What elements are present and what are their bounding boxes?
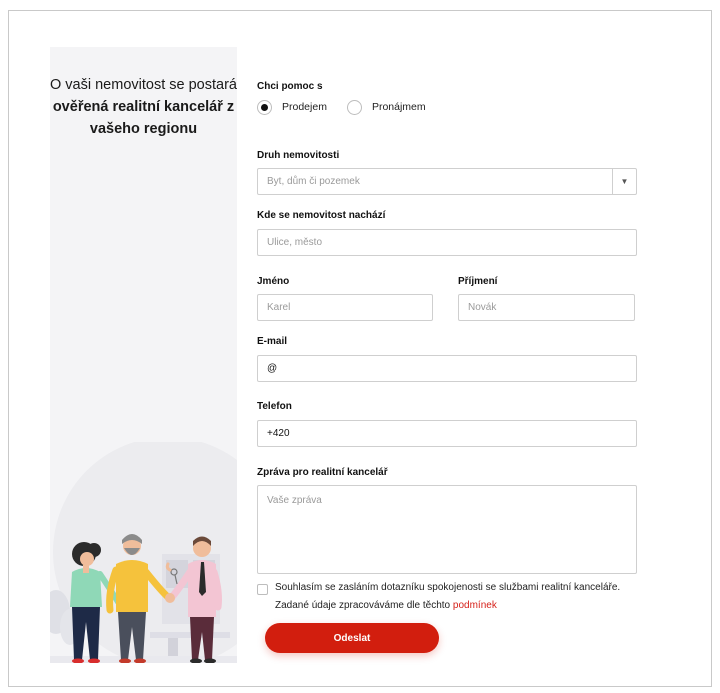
contact-form: Chci pomoc s Prodejem Pronájmem Druh nem…: [257, 47, 637, 667]
radio-rent[interactable]: [346, 99, 362, 115]
message-label: Zpráva pro realitní kancelář: [257, 467, 388, 478]
location-placeholder: Ulice, město: [267, 237, 323, 248]
first-name-placeholder: Karel: [267, 302, 291, 313]
consent-checkbox[interactable]: [257, 584, 268, 595]
radio-sale[interactable]: [257, 99, 272, 115]
submit-button[interactable]: Odeslat: [265, 623, 439, 653]
phone-label: Telefon: [257, 401, 292, 412]
help-label: Chci pomoc s: [257, 81, 323, 92]
radio-sale-dot: [261, 103, 268, 111]
phone-value: +420: [267, 428, 290, 439]
help-radio-group: Prodejem Pronájmem: [257, 99, 446, 115]
caret-down-icon[interactable]: ▼: [612, 169, 636, 194]
gdpr-note: Zadané údaje zpracováváme dle těchto pod…: [275, 600, 497, 611]
last-name-placeholder: Novák: [468, 302, 497, 313]
page-frame: O vaši nemovitost se postará ověřená rea…: [8, 10, 712, 687]
first-name-input[interactable]: Karel: [257, 294, 433, 321]
side-headline: O vaši nemovitost se postará ověřená rea…: [50, 74, 237, 140]
gdpr-link[interactable]: podmínek: [453, 600, 497, 611]
message-placeholder: Vaše zpráva: [267, 495, 322, 506]
gdpr-text: Zadané údaje zpracováváme dle těchto: [275, 600, 451, 611]
property-type-label: Druh nemovitosti: [257, 150, 340, 161]
radio-rent-label: Pronájmem: [371, 101, 426, 113]
location-input[interactable]: Ulice, město: [257, 229, 637, 256]
property-type-select[interactable]: Byt, dům či pozemek ▼: [257, 168, 637, 195]
email-value: @: [267, 363, 278, 374]
consent-text: Souhlasím se zasláním dotazníku spokojen…: [275, 582, 621, 593]
side-bold: ověřená realitní kancelář z vašeho regio…: [52, 99, 235, 137]
last-name-input[interactable]: Novák: [458, 294, 635, 321]
side-intro: O vaši nemovitost se postará: [50, 77, 237, 93]
location-label: Kde se nemovitost nachází: [257, 210, 386, 221]
handshake-illustration: [50, 442, 237, 663]
property-type-value: Byt, dům či pozemek: [267, 176, 360, 187]
first-name-label: Jméno: [257, 276, 290, 287]
last-name-label: Příjmení: [458, 276, 498, 287]
email-label: E-mail: [257, 336, 288, 347]
phone-input[interactable]: +420: [257, 420, 637, 447]
side-panel: O vaši nemovitost se postará ověřená rea…: [50, 47, 237, 663]
message-textarea[interactable]: Vaše zpráva: [257, 485, 637, 574]
email-input[interactable]: @: [257, 355, 637, 382]
radio-sale-label: Prodejem: [282, 101, 327, 113]
